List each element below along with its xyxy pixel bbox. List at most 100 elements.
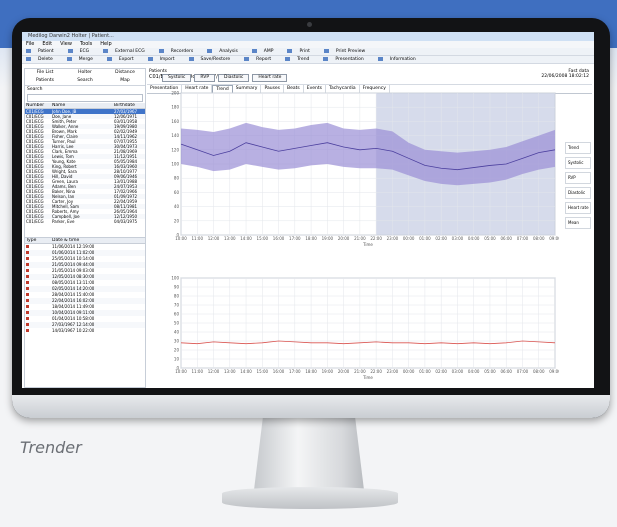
toolbar-button[interactable]: Save/Restore [188, 56, 238, 62]
heart-icon [26, 329, 29, 332]
toggle-rvp[interactable]: RVP [194, 74, 216, 82]
x-tick-label: 07:00 [517, 236, 529, 241]
x-tick-label: 17:00 [289, 236, 301, 241]
toggle-heart-rate[interactable]: Heart rate [252, 74, 288, 82]
toolbar-button[interactable]: Information [377, 56, 423, 62]
side-button[interactable]: Heart rate [565, 202, 591, 214]
side-button[interactable]: Trend [565, 142, 591, 154]
toolbar-button[interactable]: Trend [285, 56, 316, 62]
x-tick-label: 11:00 [191, 369, 203, 374]
x-tick-label: 00:00 [403, 236, 415, 241]
toolbar-button[interactable]: AMP [251, 48, 281, 54]
x-tick-label: 23:00 [387, 236, 399, 241]
x-tick-label: 18:00 [305, 369, 317, 374]
menu-view[interactable]: View [60, 41, 72, 47]
x-tick-label: 21:00 [354, 369, 366, 374]
heart-icon [26, 323, 29, 326]
x-tick-label: 18:00 [305, 236, 317, 241]
toolbar-icon [26, 56, 31, 61]
heart-icon [26, 317, 29, 320]
x-tick-label: 01:00 [419, 236, 431, 241]
side-button[interactable]: Mean [565, 217, 591, 229]
search-input[interactable] [27, 94, 143, 102]
heart-rate-chart: 010203040506070809010010:00 11:00 12:00 13:… [171, 276, 559, 381]
toolbar-icon [287, 48, 293, 53]
toolbar-button[interactable]: Presentation [323, 56, 370, 62]
y-tick-label: 80 [174, 176, 180, 181]
x-tick-label: 17:00 [289, 369, 301, 374]
y-tick-label: 20 [174, 348, 180, 353]
toolbar-button[interactable]: External ECG [103, 48, 152, 54]
menu-tools[interactable]: Tools [80, 41, 92, 47]
left-tab[interactable]: File List [25, 69, 65, 77]
heart-icon [26, 287, 29, 290]
left-tab[interactable]: Search [65, 77, 105, 85]
x-tick-label: 19:00 [322, 236, 334, 241]
toolbar-button[interactable]: ECG [67, 48, 96, 54]
toolbar-icon [244, 56, 250, 61]
recording-list: 11/06/2014 12:19:00 01/06/2014 11:02:00 25… [25, 244, 145, 334]
trend-side-buttons: Trend Systolic RVP Diastolic Heart rate Mean [565, 142, 591, 232]
toolbar-label: Export [118, 57, 134, 62]
left-tab[interactable]: Distance [105, 69, 145, 77]
x-tick-label: 20:00 [338, 236, 350, 241]
record-info: Fast data 22/06/2008 18:02:12 [541, 69, 589, 79]
toolbar-button[interactable]: Report [244, 56, 278, 62]
side-button[interactable]: RVP [565, 172, 591, 184]
y-tick-label: 180 [171, 105, 179, 110]
toolbar-button[interactable]: Import [147, 56, 182, 62]
menu-bar: File Edit View Tools Help [22, 41, 594, 48]
x-tick-label: 15:00 [257, 369, 269, 374]
side-button[interactable]: Systolic [565, 157, 591, 169]
menu-file[interactable]: File [26, 41, 34, 47]
toolbar-button[interactable]: Patient [26, 48, 61, 54]
col-birthdate[interactable]: Birthdate [114, 103, 144, 108]
col-number[interactable]: Number [25, 103, 52, 108]
heart-icon [26, 245, 29, 248]
x-tick-label: 10:00 [175, 369, 187, 374]
x-tick-label: 22:00 [370, 236, 382, 241]
toolbar-label: Save/Restore [200, 57, 231, 62]
side-button[interactable]: Diastolic [565, 187, 591, 199]
x-tick-label: 14:00 [240, 236, 252, 241]
toolbar-button[interactable]: Recorders [158, 48, 201, 54]
toolbar-button[interactable]: Print [287, 48, 316, 54]
toolbar-label: ECG [79, 49, 90, 54]
patient-row[interactable]: C01/ECG Parker, Eve 04/03/1975 [25, 219, 145, 224]
menu-help[interactable]: Help [100, 41, 111, 47]
toolbar-icon [67, 48, 73, 53]
toolbar-button[interactable]: Print Preview [323, 48, 372, 54]
toolbar-label: Presentation [335, 57, 364, 62]
left-tab[interactable]: Patients [25, 77, 65, 85]
toolbar-button[interactable]: Delete [26, 56, 60, 62]
camera-icon [307, 22, 312, 27]
toolbar-button[interactable]: Export [106, 56, 141, 62]
left-tab[interactable]: Holter [65, 69, 105, 77]
x-tick-label: 09:00 [549, 236, 559, 241]
window-title: Medilog Darwin2 Holter | Patient... [22, 32, 594, 41]
recording-row[interactable]: 14/03/1967 10:22:00 [25, 328, 145, 334]
series-toggles: Systolic RVP Diastolic Heart rate [162, 74, 288, 82]
toggle-systolic[interactable]: Systolic [162, 74, 192, 82]
left-panel-tabs: File List Holter Distance Patients Search Map [25, 69, 145, 86]
y-tick-label: 30 [174, 339, 180, 344]
x-tick-label: 01:00 [419, 369, 431, 374]
left-tab[interactable]: Map [105, 77, 145, 85]
patient-number: C01/ECG [26, 219, 44, 224]
toolbar-label: Report [256, 57, 272, 62]
x-tick-label: 04:00 [468, 236, 480, 241]
toggle-diastolic[interactable]: Diastolic [218, 74, 250, 82]
toolbar-button[interactable]: Analysis [207, 48, 245, 54]
x-tick-label: 16:00 [273, 236, 285, 241]
x-tick-label: 04:00 [468, 369, 480, 374]
menu-edit[interactable]: Edit [42, 41, 52, 47]
y-tick-label: 200 [171, 91, 179, 96]
col-name[interactable]: Name [52, 103, 114, 108]
y-tick-label: 100 [171, 162, 179, 167]
toolbar-icon [158, 48, 164, 53]
col-datetime[interactable]: Date & time [52, 238, 114, 243]
col-type[interactable]: Type [25, 238, 52, 243]
toolbar-button[interactable]: Merge [66, 56, 100, 62]
y-tick-label: 80 [174, 294, 180, 299]
y-tick-label: 160 [171, 119, 179, 124]
